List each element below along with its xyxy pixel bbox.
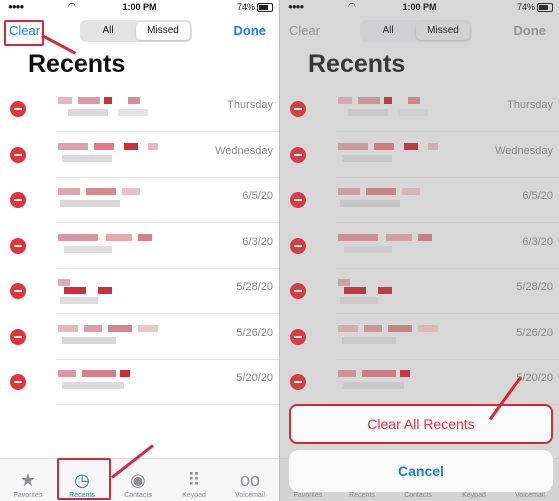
tab-voicemail[interactable]: oo Voicemail xyxy=(222,469,278,499)
list-item[interactable]: 5/26/20 xyxy=(0,315,279,360)
done-button[interactable]: Done xyxy=(234,23,267,38)
redaction-block xyxy=(124,142,138,150)
call-date: 6/5/20 xyxy=(242,190,273,202)
cancel-button[interactable]: Cancel xyxy=(289,450,553,492)
redaction-block xyxy=(62,336,116,344)
delete-minus-icon[interactable] xyxy=(10,101,26,117)
delete-minus-icon[interactable] xyxy=(10,146,26,163)
battery-icon xyxy=(257,3,273,12)
tab-label: Contacts xyxy=(124,492,152,499)
redaction-block xyxy=(58,324,78,332)
redaction-block xyxy=(62,154,112,162)
redaction-block xyxy=(86,188,116,195)
redacted-contact xyxy=(58,370,188,394)
redaction-block xyxy=(120,370,130,377)
delete-minus-icon[interactable] xyxy=(10,374,26,390)
redaction-block xyxy=(104,97,112,104)
keypad-icon: ⠿ xyxy=(187,470,201,490)
tab-bar: ★ Favorites ◷ Recents ◉ Contacts ⠿ Keypad oo… xyxy=(0,458,279,501)
redaction-block xyxy=(58,142,88,150)
redaction-block xyxy=(108,324,132,332)
cancel-label: Cancel xyxy=(398,463,444,479)
list-item[interactable]: 6/3/20 xyxy=(0,224,279,269)
delete-minus-icon[interactable] xyxy=(10,328,26,345)
voicemail-icon: oo xyxy=(239,470,261,490)
redaction-block xyxy=(68,109,108,116)
segment-all[interactable]: All xyxy=(82,22,134,40)
call-date: 5/20/20 xyxy=(236,372,273,384)
redaction-block xyxy=(106,233,132,241)
redacted-contact xyxy=(58,97,188,121)
tab-label: Keypad xyxy=(182,492,206,499)
redaction-block xyxy=(60,200,120,207)
battery-percent: 74% xyxy=(236,2,255,12)
status-bar: ●●●● ◠ 1:00 PM 74% xyxy=(0,0,279,14)
delete-minus-icon[interactable] xyxy=(10,192,26,208)
call-date: 6/3/20 xyxy=(242,235,273,248)
redaction-block xyxy=(122,188,140,195)
redacted-contact xyxy=(58,142,188,167)
list-item[interactable]: Thursday xyxy=(0,87,279,132)
redaction-block xyxy=(64,245,112,253)
page-title: Recents xyxy=(28,50,126,78)
star-icon: ★ xyxy=(19,470,37,490)
redacted-contact xyxy=(58,188,188,212)
call-date: 5/26/20 xyxy=(236,326,273,339)
segment-missed[interactable]: Missed xyxy=(136,22,190,40)
redaction-block xyxy=(58,370,76,377)
redacted-contact xyxy=(58,324,188,349)
redaction-block xyxy=(138,324,158,332)
call-date: 5/28/20 xyxy=(236,281,273,293)
redaction-block xyxy=(138,233,152,241)
redaction-block xyxy=(62,382,124,389)
list-item[interactable]: Wednesday xyxy=(0,133,279,178)
redaction-block xyxy=(148,142,158,150)
tab-keypad[interactable]: ⠿ Keypad xyxy=(166,469,222,499)
call-date: Thursday xyxy=(227,99,273,111)
recents-screen-left: ●●●● ◠ 1:00 PM 74% Clear All Missed Done… xyxy=(0,0,279,501)
delete-minus-icon[interactable] xyxy=(10,283,26,299)
clear-highlight xyxy=(4,20,44,46)
call-filter-segmented-control: All Missed xyxy=(80,20,192,42)
redaction-block xyxy=(98,287,112,294)
redaction-block xyxy=(94,142,114,150)
tab-label: Favorites xyxy=(13,492,43,499)
redaction-block xyxy=(58,279,70,286)
redacted-contact xyxy=(58,279,188,304)
redacted-contact xyxy=(58,233,188,258)
list-item[interactable]: 5/28/20 xyxy=(0,269,279,314)
redaction-block xyxy=(118,109,148,116)
call-date: Wednesday xyxy=(215,144,273,157)
list-item[interactable]: 6/5/20 xyxy=(0,178,279,223)
redaction-block xyxy=(58,188,80,195)
redaction-block xyxy=(82,370,116,377)
redaction-block xyxy=(64,287,86,294)
redaction-block xyxy=(78,97,100,104)
redaction-block xyxy=(128,97,140,104)
redaction-block xyxy=(84,324,102,332)
list-item[interactable]: 5/20/20 xyxy=(0,360,279,405)
tab-favorites[interactable]: ★ Favorites xyxy=(0,469,56,499)
clear-all-highlight xyxy=(289,404,553,444)
redaction-block xyxy=(58,97,72,104)
redaction-block xyxy=(60,297,98,304)
recents-tab-highlight xyxy=(57,458,111,500)
delete-minus-icon[interactable] xyxy=(10,237,26,254)
redaction-block xyxy=(58,233,98,241)
row-separator xyxy=(56,404,279,405)
tab-label: Voicemail xyxy=(235,492,265,499)
